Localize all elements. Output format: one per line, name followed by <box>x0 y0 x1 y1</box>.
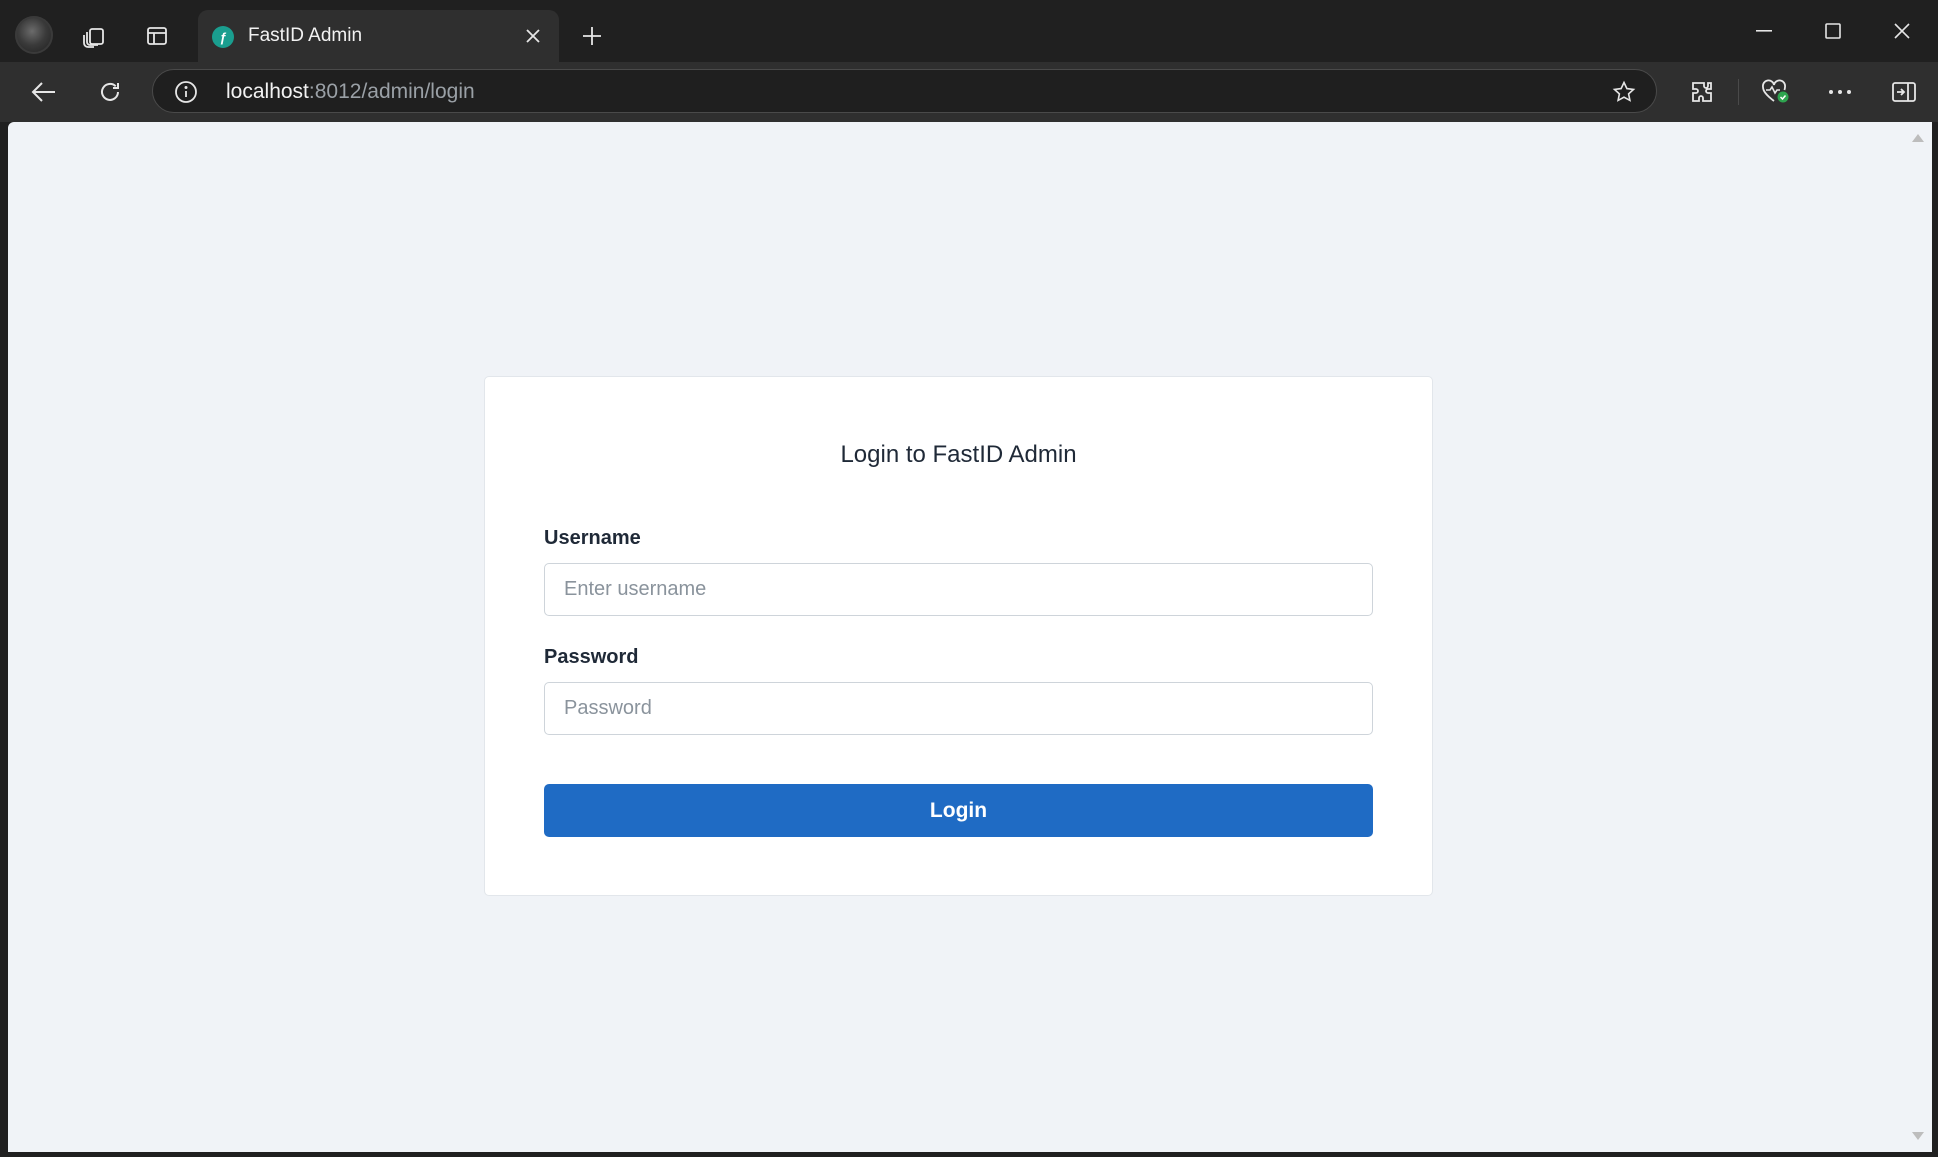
browser-essentials-icon[interactable] <box>1754 70 1798 114</box>
browser-title-bar: ƒ FastID Admin <box>0 0 1938 62</box>
scroll-up-arrow-icon[interactable] <box>1912 134 1924 142</box>
minimize-icon[interactable] <box>1734 8 1794 54</box>
profile-avatar[interactable] <box>15 16 53 54</box>
site-info-icon[interactable] <box>173 79 199 105</box>
page-title: Login to FastID Admin <box>840 441 1077 468</box>
address-bar[interactable]: localhost:8012/admin/login <box>152 69 1657 113</box>
url-host: localhost <box>226 80 309 103</box>
more-options-icon[interactable] <box>1818 70 1862 114</box>
scroll-down-arrow-icon[interactable] <box>1912 1132 1924 1140</box>
url-text[interactable]: localhost:8012/admin/login <box>226 80 475 104</box>
tab-fastid-admin[interactable]: ƒ FastID Admin <box>198 10 559 62</box>
sidebar-toggle-icon[interactable] <box>1882 70 1926 114</box>
extensions-icon[interactable] <box>1680 70 1724 114</box>
password-input[interactable] <box>544 682 1373 735</box>
tab-title: FastID Admin <box>248 25 363 46</box>
favorite-star-icon[interactable] <box>1610 78 1638 106</box>
back-icon[interactable] <box>22 70 66 114</box>
close-tab-icon[interactable] <box>519 22 547 50</box>
close-window-icon[interactable] <box>1872 8 1932 54</box>
login-button[interactable]: Login <box>544 784 1373 837</box>
toolbar-divider <box>1738 79 1739 105</box>
username-input[interactable] <box>544 563 1373 616</box>
fastid-favicon-icon: ƒ <box>212 26 234 48</box>
browser-toolbar: localhost:8012/admin/login <box>0 62 1938 122</box>
new-tab-button[interactable] <box>570 14 614 58</box>
maximize-icon[interactable] <box>1803 8 1863 54</box>
username-label: Username <box>544 527 641 549</box>
login-card: Login to FastID Admin Username Password … <box>484 376 1433 896</box>
tab-actions-icon[interactable] <box>135 14 179 58</box>
password-label: Password <box>544 646 639 668</box>
collections-icon[interactable] <box>72 14 116 58</box>
page-viewport: Login to FastID Admin Username Password … <box>8 122 1932 1152</box>
refresh-icon[interactable] <box>88 70 132 114</box>
url-path: :8012/admin/login <box>308 80 475 103</box>
